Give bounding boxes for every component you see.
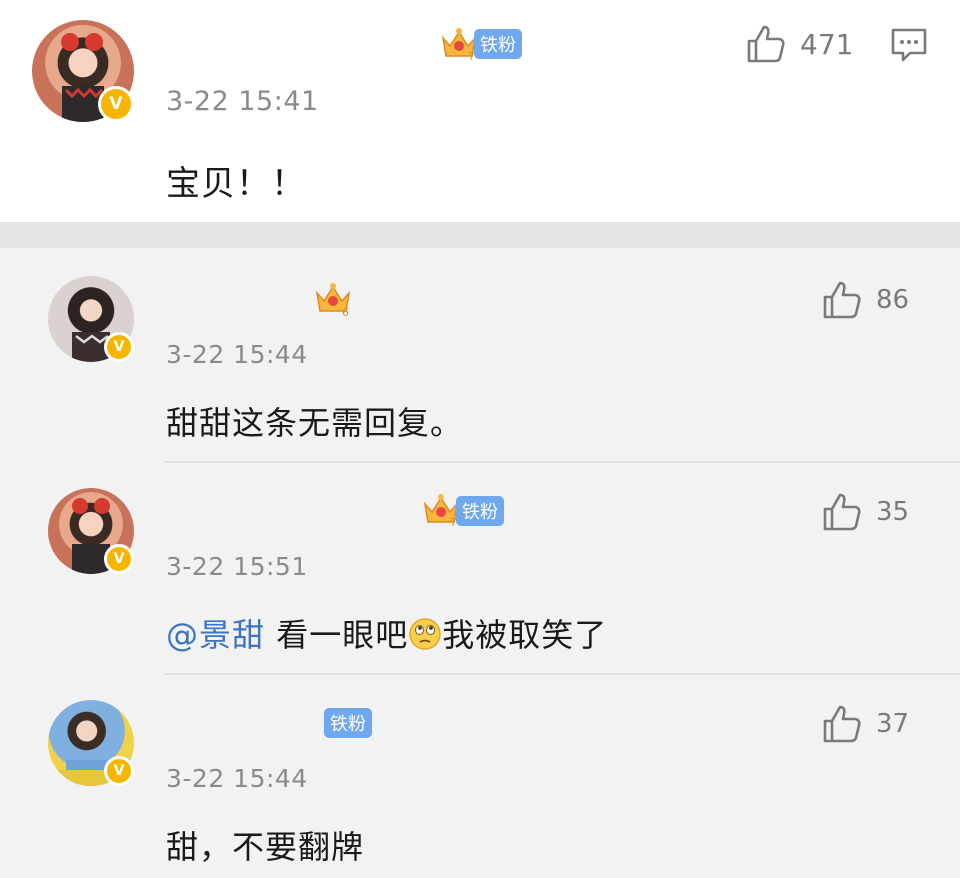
fan-crown-icon: 6 [315, 283, 351, 318]
like-button[interactable]: 35 [822, 492, 909, 532]
comment-text-part: 我被取笑了 [442, 616, 608, 654]
comment-text: 甜甜这条无需回复。 [166, 404, 464, 442]
user-mention-link[interactable]: @景甜 [166, 616, 265, 654]
like-count: 471 [800, 27, 854, 61]
avatar[interactable]: V [48, 276, 134, 362]
verified-v-icon: V [104, 332, 134, 362]
verified-v-icon: V [98, 86, 134, 122]
avatar[interactable]: V [32, 20, 134, 122]
section-divider [0, 222, 960, 248]
like-button[interactable]: 86 [822, 280, 909, 320]
divider [165, 461, 960, 463]
like-count: 35 [876, 497, 910, 527]
thumbs-up-icon [747, 25, 785, 63]
comment-bubble-icon[interactable] [890, 26, 928, 64]
thumbs-up-icon [823, 281, 861, 319]
verified-v-icon: V [104, 756, 134, 786]
comment-text: 甜，不要翻牌 [166, 828, 365, 866]
like-button[interactable]: 37 [822, 704, 909, 744]
thumbs-up-icon [823, 705, 861, 743]
fan-badge: 铁粉 [474, 29, 522, 59]
main-comment: V 7 铁粉 471 3-22 15:41 宝贝！！ [0, 0, 960, 222]
like-button[interactable]: 471 [746, 24, 853, 64]
like-count: 37 [876, 709, 910, 739]
comment-text-part: 看一眼吧 [265, 616, 409, 654]
rolling-eyes-emoji [409, 618, 441, 650]
verified-v-icon: V [104, 544, 134, 574]
comment-text: 宝贝！！ [166, 164, 306, 204]
reply-list [0, 248, 960, 878]
comment-time: 3-22 15:41 [166, 86, 319, 117]
fan-crown-icon: 7 [423, 494, 459, 528]
comment-time: 3-22 15:44 [166, 340, 308, 369]
divider [165, 673, 960, 675]
comment-time: 3-22 15:44 [166, 764, 308, 793]
fan-crown-icon: 7 [441, 28, 477, 62]
avatar[interactable]: V [48, 488, 134, 574]
comment-time: 3-22 15:51 [166, 552, 308, 581]
like-count: 86 [876, 285, 910, 315]
fan-badge: 铁粉 [456, 496, 504, 526]
svg-text:6: 6 [342, 306, 349, 318]
avatar[interactable]: V [48, 700, 134, 786]
comment-text: @景甜 看一眼吧 我被取笑了 [166, 610, 607, 656]
thumbs-up-icon [823, 493, 861, 531]
fan-badge: 铁粉 [324, 708, 372, 738]
